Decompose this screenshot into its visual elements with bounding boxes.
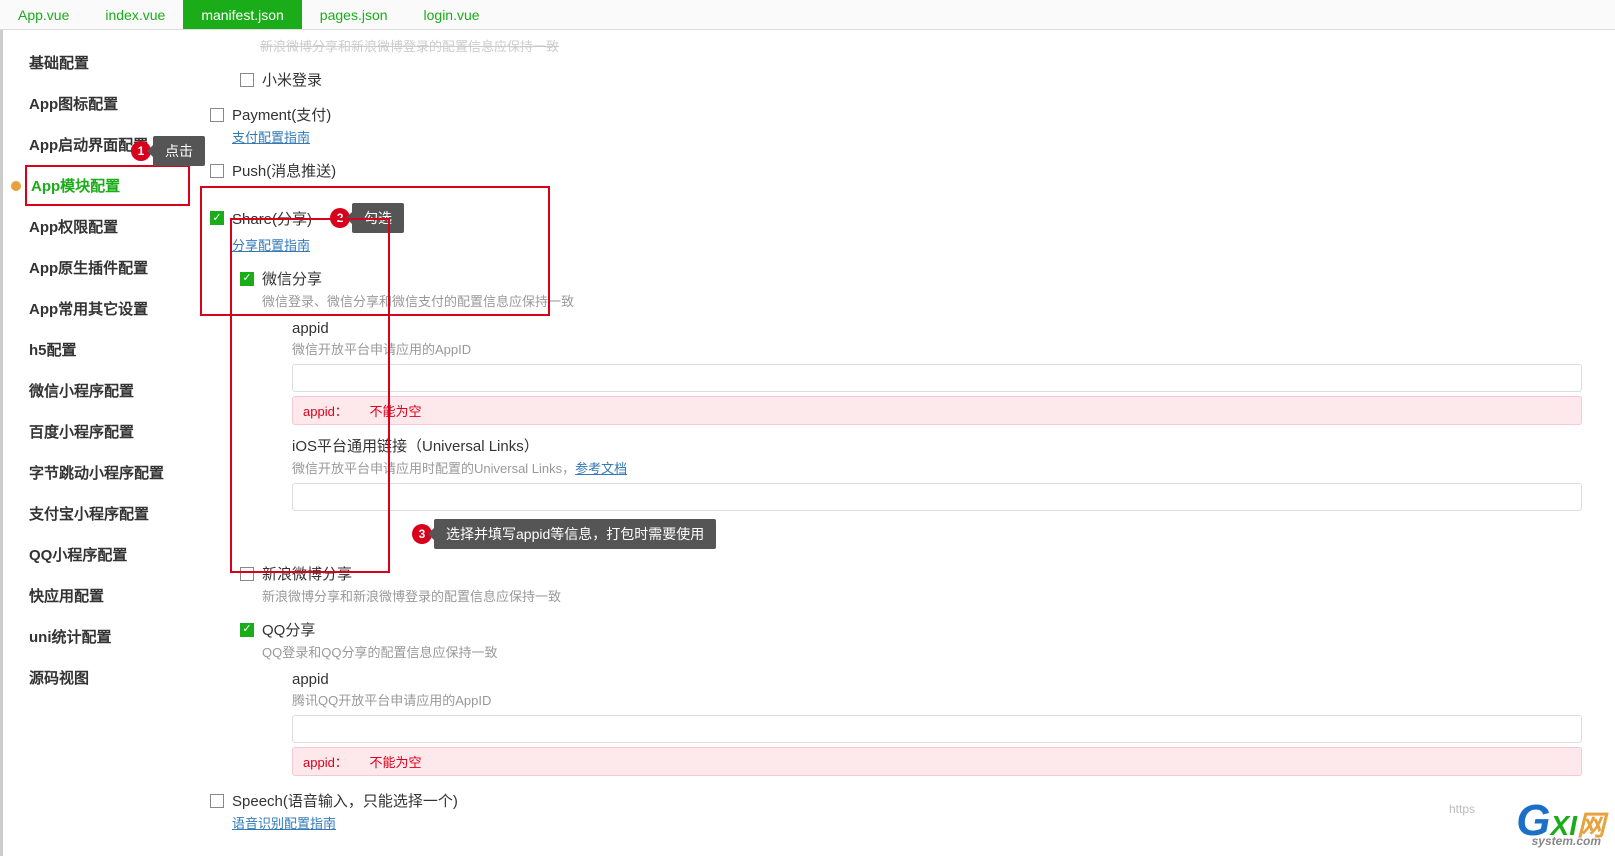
- desc-wx-ul: 微信开放平台申请应用时配置的Universal Links，参考文档: [292, 458, 1605, 477]
- sidebar-wechat-mp[interactable]: 微信小程序配置: [25, 370, 190, 411]
- desc-qq-appid: 腾讯QQ开放平台申请应用的AppID: [292, 690, 1605, 709]
- input-qq-appid[interactable]: [292, 715, 1582, 743]
- tab-manifest-json[interactable]: manifest.json: [183, 0, 301, 29]
- checkbox-wechat-share[interactable]: [240, 272, 254, 286]
- desc-wechat-share: 微信登录、微信分享和微信支付的配置信息应保持一致: [262, 291, 1605, 310]
- tab-pages-json[interactable]: pages.json: [302, 0, 406, 29]
- tip-1: 点击: [153, 136, 205, 166]
- label-push: Push(消息推送): [232, 160, 336, 181]
- sidebar-app-icon[interactable]: App图标配置: [25, 83, 190, 124]
- editor-tabs: App.vue index.vue manifest.json pages.js…: [0, 0, 1615, 30]
- sidebar-h5[interactable]: h5配置: [25, 329, 190, 370]
- annotation-1: 1 点击: [131, 136, 205, 166]
- label-qq-appid: appid: [292, 671, 1605, 688]
- label-wx-appid: appid: [292, 320, 1605, 337]
- annotation-2: 2 勾选: [330, 203, 404, 233]
- link-share-guide[interactable]: 分享配置指南: [232, 235, 310, 254]
- checkbox-xiaomi-login[interactable]: [240, 73, 254, 87]
- sidebar-quickapp[interactable]: 快应用配置: [25, 575, 190, 616]
- checkbox-share[interactable]: [210, 211, 224, 225]
- error-key: appid：: [303, 755, 348, 770]
- warning-icon: [11, 181, 21, 191]
- tip-3: 选择并填写appid等信息，打包时需要使用: [434, 519, 716, 549]
- sidebar-source-view[interactable]: 源码视图: [25, 657, 190, 698]
- checkbox-weibo-share[interactable]: [240, 567, 254, 581]
- label-wechat-share: 微信分享: [262, 268, 322, 289]
- desc-wx-appid: 微信开放平台申请应用的AppID: [292, 339, 1605, 358]
- desc-weibo-share: 新浪微博分享和新浪微博登录的配置信息应保持一致: [262, 586, 1605, 605]
- sidebar-alipay-mp[interactable]: 支付宝小程序配置: [25, 493, 190, 534]
- watermark: GXI网 system.com: [1516, 796, 1605, 846]
- sidebar-app-native-plugin[interactable]: App原生插件配置: [25, 247, 190, 288]
- checkbox-payment[interactable]: [210, 108, 224, 122]
- input-wx-ul[interactable]: [292, 483, 1582, 511]
- sidebar-uni-stat[interactable]: uni统计配置: [25, 616, 190, 657]
- link-payment-guide[interactable]: 支付配置指南: [232, 127, 310, 146]
- truncated-text: 新浪微博分享和新浪微博登录的配置信息应保持一致: [260, 36, 1605, 55]
- input-wx-appid[interactable]: [292, 364, 1582, 392]
- checkbox-qq-share[interactable]: [240, 623, 254, 637]
- sidebar-app-other[interactable]: App常用其它设置: [25, 288, 190, 329]
- footer-https: https: [1449, 802, 1475, 816]
- annotation-3: 3 选择并填写appid等信息，打包时需要使用: [412, 519, 716, 549]
- sidebar-baidu-mp[interactable]: 百度小程序配置: [25, 411, 190, 452]
- checkbox-speech[interactable]: [210, 794, 224, 808]
- label-wx-ul: iOS平台通用链接（Universal Links）: [292, 435, 1605, 456]
- label-payment: Payment(支付): [232, 104, 331, 125]
- sidebar-app-permission[interactable]: App权限配置: [25, 206, 190, 247]
- sidebar-item-label: App模块配置: [31, 178, 120, 195]
- error-qq-appid: appid： 不能为空: [292, 747, 1582, 776]
- error-msg: 不能为空: [369, 755, 421, 770]
- tab-app-vue[interactable]: App.vue: [0, 0, 87, 29]
- error-msg: 不能为空: [369, 404, 421, 419]
- label-speech: Speech(语音输入，只能选择一个): [232, 790, 458, 811]
- sidebar-qq-mp[interactable]: QQ小程序配置: [25, 534, 190, 575]
- label-qq-share: QQ分享: [262, 619, 315, 640]
- tip-2: 勾选: [352, 203, 404, 233]
- tab-index-vue[interactable]: index.vue: [87, 0, 183, 29]
- label-weibo-share: 新浪微博分享: [262, 563, 352, 584]
- sidebar-app-module[interactable]: App模块配置: [25, 165, 190, 206]
- sidebar-basic[interactable]: 基础配置: [25, 42, 190, 83]
- checkbox-push[interactable]: [210, 164, 224, 178]
- label-xiaomi-login: 小米登录: [262, 69, 322, 90]
- sidebar-bytedance-mp[interactable]: 字节跳动小程序配置: [25, 452, 190, 493]
- link-speech-guide[interactable]: 语音识别配置指南: [232, 813, 336, 832]
- link-ul-ref[interactable]: 参考文档: [575, 461, 627, 476]
- config-content: 新浪微博分享和新浪微博登录的配置信息应保持一致 小米登录 Payment(支付)…: [190, 30, 1615, 856]
- error-key: appid：: [303, 404, 348, 419]
- tab-login-vue[interactable]: login.vue: [406, 0, 498, 29]
- label-share: Share(分享): [232, 208, 312, 229]
- desc-qq-share: QQ登录和QQ分享的配置信息应保持一致: [262, 642, 1605, 661]
- error-wx-appid: appid： 不能为空: [292, 396, 1582, 425]
